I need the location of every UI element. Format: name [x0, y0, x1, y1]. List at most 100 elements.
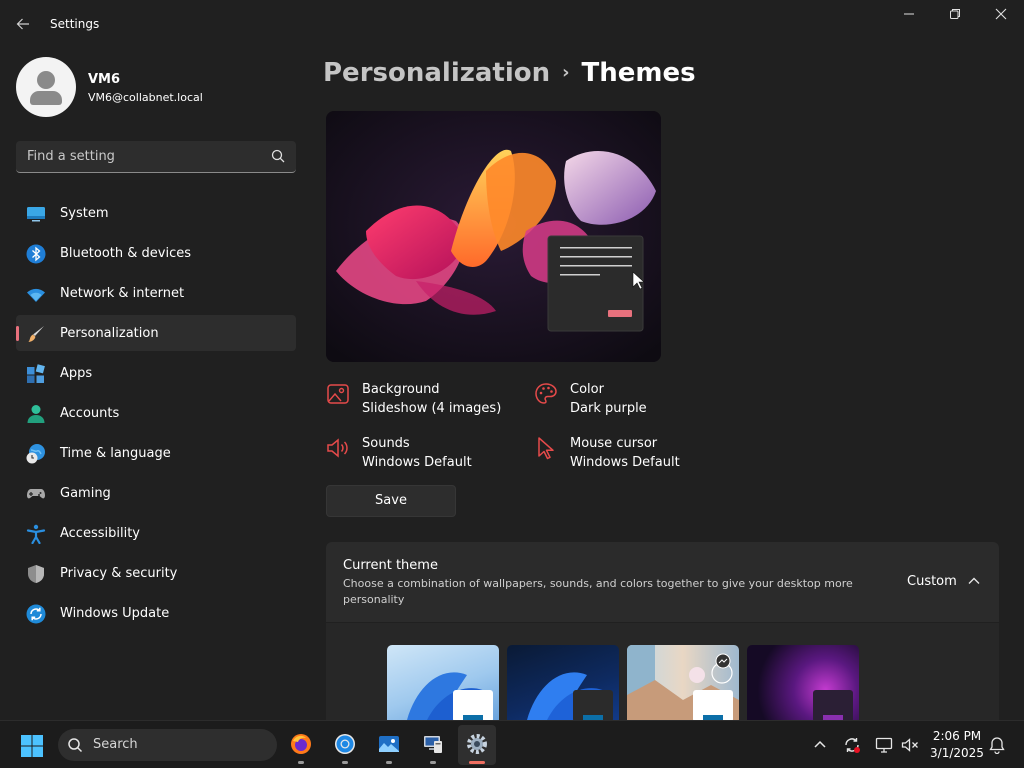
- sidebar-nav: System Bluetooth & devices Network & int…: [16, 195, 296, 635]
- globe-clock-icon: [26, 444, 45, 464]
- search-icon[interactable]: [270, 148, 286, 164]
- taskbar-app-photos[interactable]: [370, 725, 408, 765]
- sidebar-item-accounts[interactable]: Accounts: [16, 395, 296, 431]
- active-app-indicator: [469, 761, 485, 764]
- theme-thumbnail[interactable]: [627, 645, 739, 720]
- theme-thumbnail[interactable]: [747, 645, 859, 720]
- clock-date[interactable]: 3/1/2025: [922, 746, 992, 760]
- taskbar-app-chrome[interactable]: [326, 725, 364, 765]
- sidebar-item-label: Time & language: [60, 446, 171, 461]
- slideshow-icon: [715, 653, 731, 669]
- sidebar-item-bluetooth[interactable]: Bluetooth & devices: [16, 235, 296, 271]
- page-title: Themes: [581, 58, 696, 88]
- sidebar-item-gaming[interactable]: Gaming: [16, 475, 296, 511]
- user-name: VM6: [88, 72, 121, 87]
- sidebar-item-time-language[interactable]: Time & language: [16, 435, 296, 471]
- search-input[interactable]: Find a setting: [27, 149, 115, 164]
- gear-icon: [467, 734, 487, 754]
- breadcrumb-parent[interactable]: Personalization: [323, 58, 550, 88]
- breadcrumb: Personalization › Themes: [323, 58, 696, 88]
- active-indicator: [16, 326, 19, 341]
- color-setting[interactable]: Color Dark purple: [534, 382, 734, 422]
- sidebar-item-label: Accessibility: [60, 526, 140, 541]
- restore-button[interactable]: [932, 0, 978, 32]
- monitor-icon: [27, 207, 45, 222]
- sidebar-item-accessibility[interactable]: Accessibility: [16, 515, 296, 551]
- sidebar-item-label: System: [60, 206, 109, 221]
- minimize-button[interactable]: [886, 0, 932, 32]
- person-icon: [27, 405, 45, 423]
- wallpaper-bloom-image: [326, 111, 661, 362]
- restore-icon: [950, 9, 960, 19]
- sidebar-item-label: Privacy & security: [60, 566, 178, 581]
- chevron-up-icon[interactable]: [811, 736, 829, 754]
- back-button[interactable]: [8, 10, 38, 38]
- sidebar-item-personalization[interactable]: Personalization: [16, 315, 296, 351]
- volume-muted-icon[interactable]: [901, 736, 919, 754]
- sync-alert-icon[interactable]: [843, 736, 861, 754]
- sounds-setting[interactable]: Sounds Windows Default: [326, 436, 526, 476]
- background-setting[interactable]: Background Slideshow (4 images): [326, 382, 526, 422]
- speaker-icon: [327, 438, 348, 458]
- mouse-cursor-value: Windows Default: [570, 455, 680, 470]
- palette-icon: [535, 383, 557, 404]
- current-theme-description: Choose a combination of wallpapers, soun…: [343, 577, 853, 606]
- clock-time[interactable]: 2:06 PM: [922, 729, 992, 743]
- save-button[interactable]: Save: [326, 485, 456, 517]
- close-icon: [995, 8, 1007, 20]
- current-theme-value: Custom: [907, 574, 957, 589]
- avatar[interactable]: [16, 57, 76, 117]
- shield-icon: [28, 565, 44, 583]
- theme-window-preview: [813, 690, 853, 720]
- running-indicator: [386, 761, 392, 764]
- theme-thumbnail[interactable]: [507, 645, 619, 720]
- mouse-cursor-setting[interactable]: Mouse cursor Windows Default: [534, 436, 734, 476]
- theme-thumbnail[interactable]: [387, 645, 499, 720]
- user-email: VM6@collabnet.local: [88, 91, 203, 104]
- chevron-up-icon[interactable]: [966, 573, 982, 589]
- computer-network-icon: [424, 736, 442, 753]
- sidebar-item-label: Windows Update: [60, 606, 170, 621]
- close-button[interactable]: [978, 0, 1024, 32]
- cursor-icon: [538, 437, 554, 460]
- network-icon[interactable]: [875, 736, 893, 754]
- apps-icon: [27, 364, 45, 383]
- theme-window-preview: [573, 690, 613, 720]
- taskbar-app-settings[interactable]: [458, 725, 496, 765]
- taskbar-app-network-tool[interactable]: [414, 725, 452, 765]
- search-box[interactable]: Find a setting: [16, 141, 296, 173]
- sidebar-item-privacy[interactable]: Privacy & security: [16, 555, 296, 591]
- theme-preview: [326, 111, 661, 362]
- accessibility-icon: [26, 524, 46, 544]
- sidebar-item-apps[interactable]: Apps: [16, 355, 296, 391]
- breadcrumb-separator: ›: [562, 62, 570, 83]
- background-label: Background: [362, 382, 440, 397]
- notification-bell-icon[interactable]: [988, 736, 1006, 754]
- sounds-label: Sounds: [362, 436, 410, 451]
- title-bar: Settings: [0, 0, 1024, 48]
- photos-icon: [379, 736, 399, 752]
- sidebar-item-network[interactable]: Network & internet: [16, 275, 296, 311]
- theme-window-preview: [693, 690, 733, 720]
- sidebar-item-label: Network & internet: [60, 286, 185, 301]
- taskbar-search[interactable]: Search: [58, 729, 277, 761]
- chrome-icon: [335, 734, 355, 754]
- sidebar-item-label: Gaming: [60, 486, 111, 501]
- current-theme-card[interactable]: Current theme Choose a combination of wa…: [326, 542, 999, 622]
- wifi-icon: [27, 288, 45, 302]
- background-value: Slideshow (4 images): [362, 401, 502, 416]
- sidebar-item-windows-update[interactable]: Windows Update: [16, 595, 296, 631]
- taskbar-app-firefox[interactable]: [282, 725, 320, 765]
- minimize-icon: [904, 13, 914, 15]
- sidebar-item-label: Personalization: [60, 326, 159, 341]
- theme-window-preview: [453, 690, 493, 720]
- taskbar-search-label: Search: [93, 737, 138, 752]
- mouse-cursor-label: Mouse cursor: [570, 436, 658, 451]
- sidebar-item-system[interactable]: System: [16, 195, 296, 231]
- window-title: Settings: [50, 17, 100, 31]
- sidebar-item-label: Accounts: [60, 406, 120, 421]
- color-value: Dark purple: [570, 401, 647, 416]
- windows-start-icon[interactable]: [20, 734, 44, 758]
- running-indicator: [298, 761, 304, 764]
- running-indicator: [342, 761, 348, 764]
